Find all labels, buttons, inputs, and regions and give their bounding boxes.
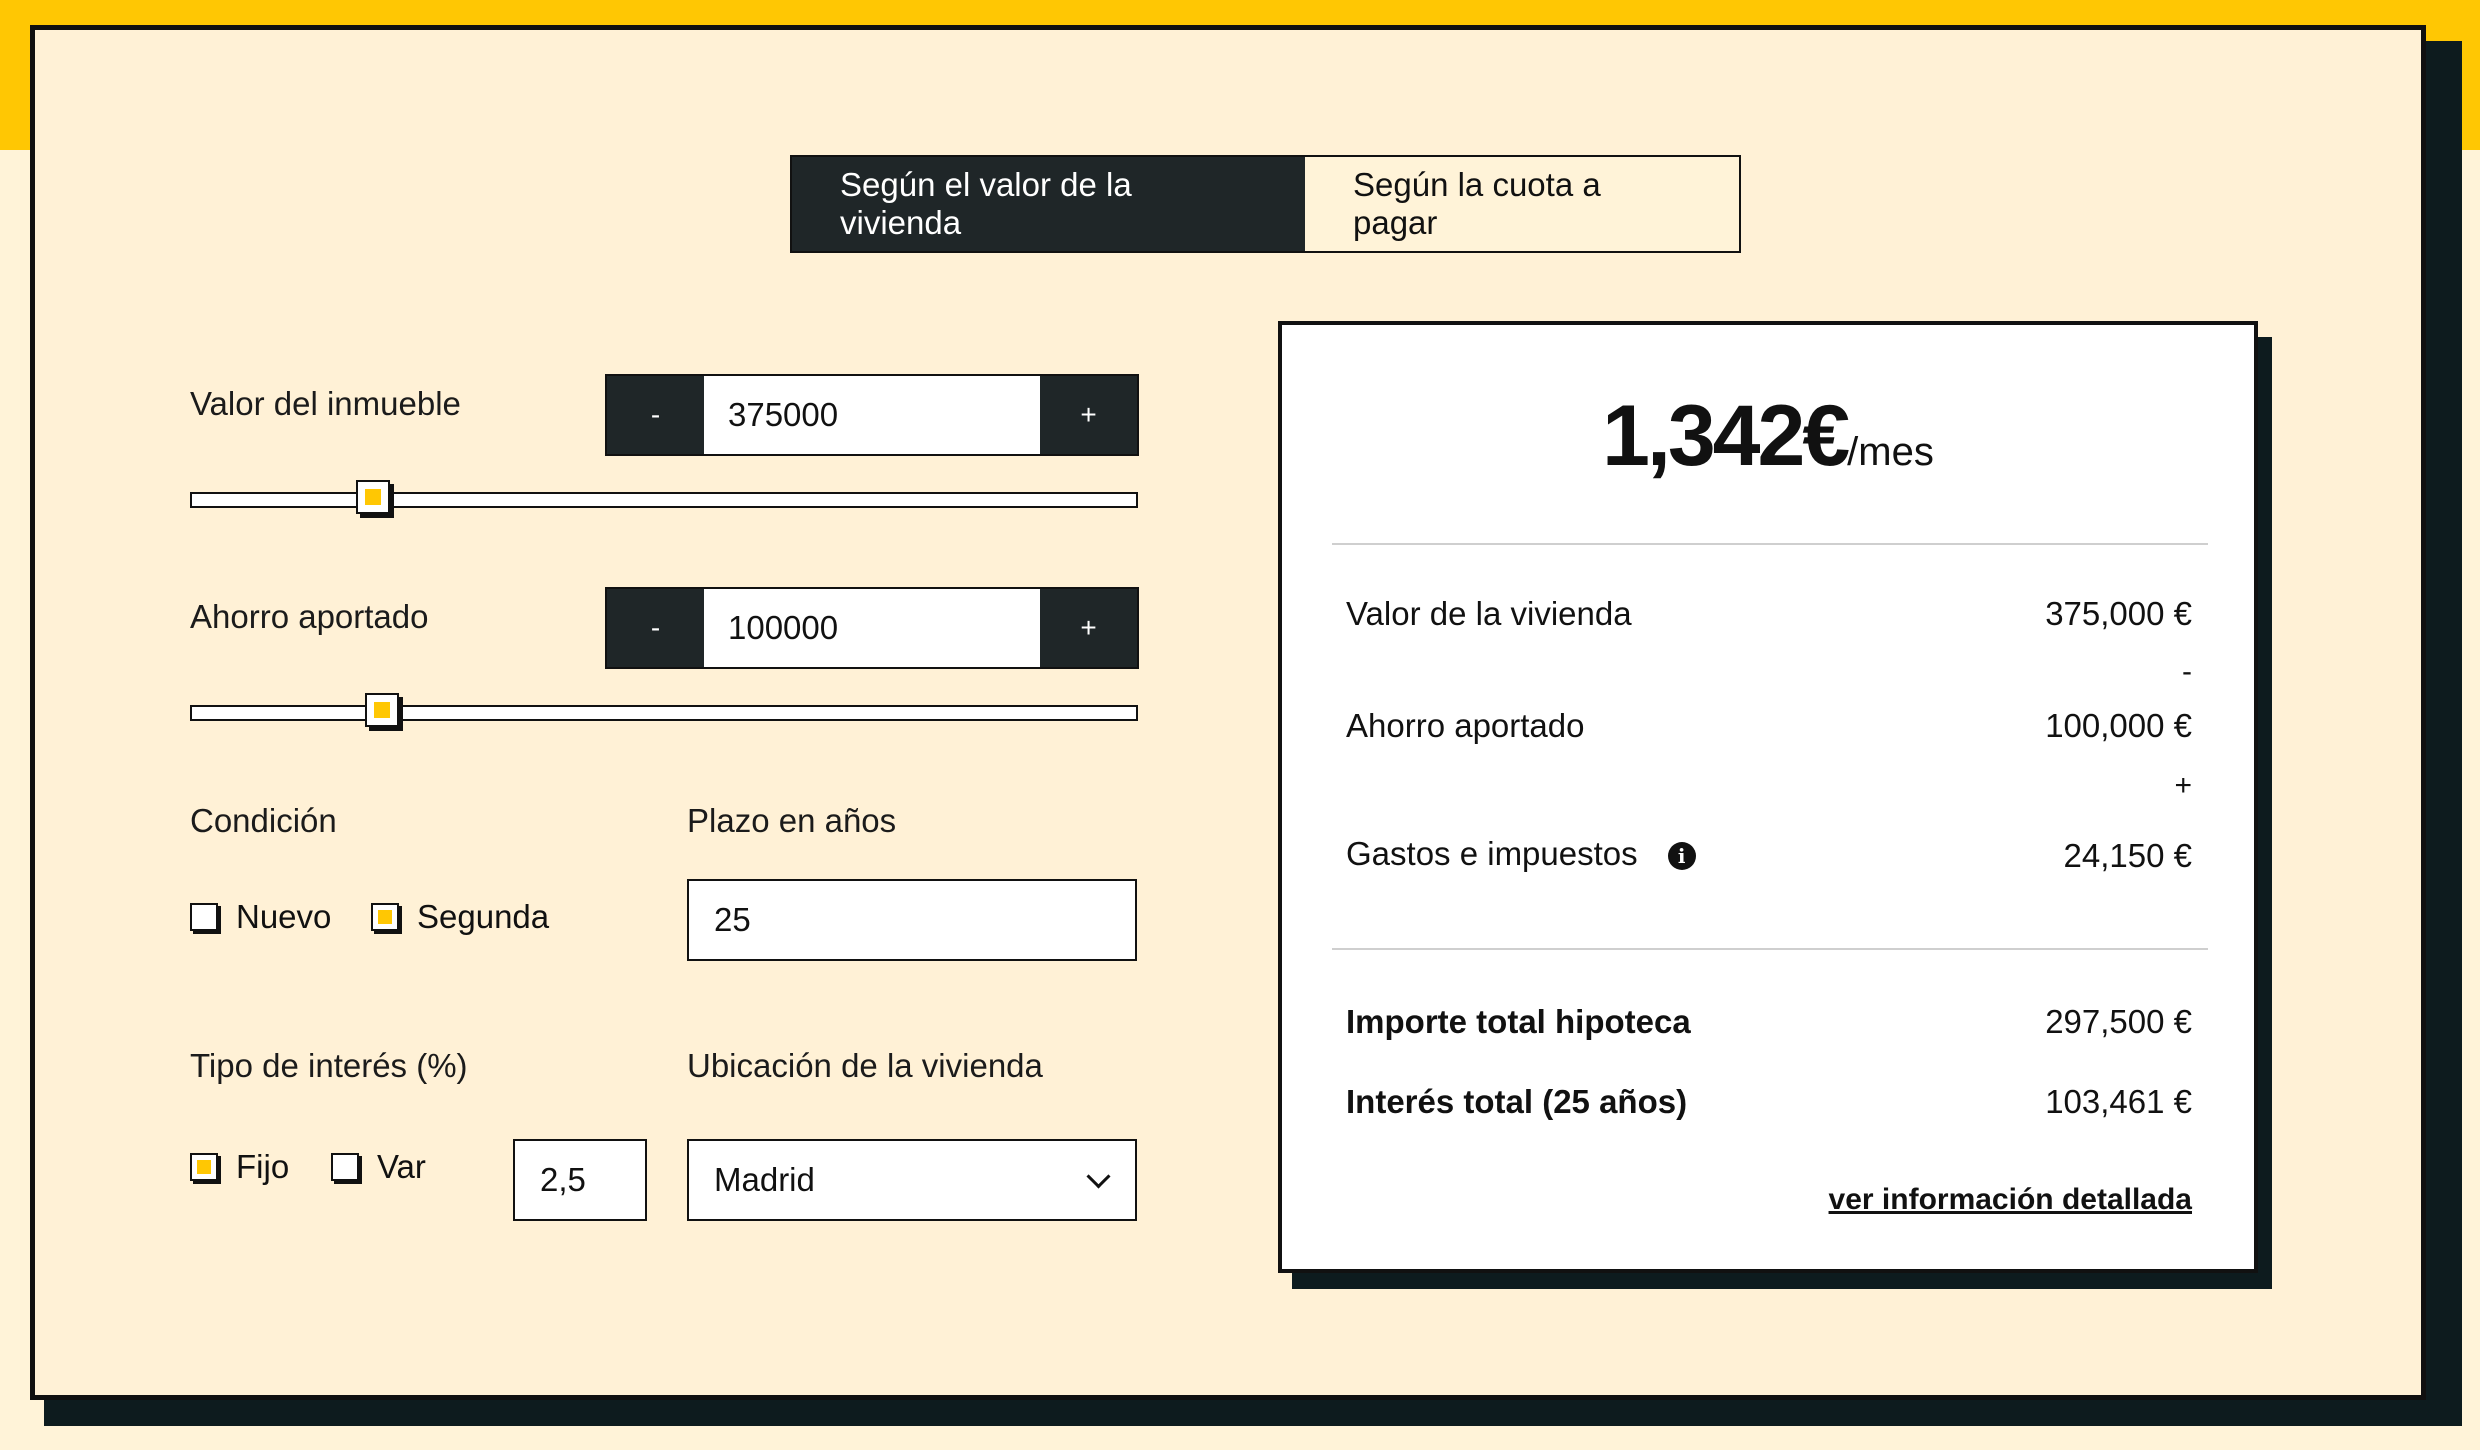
property-value-slider[interactable]: [190, 480, 1138, 514]
savings-increment-button[interactable]: +: [1040, 589, 1137, 667]
mode-tabs: Según el valor de la vivienda Según la c…: [790, 155, 1741, 253]
interest-fijo-checkbox[interactable]: Fijo: [190, 1148, 289, 1186]
checkbox-box: [190, 1153, 218, 1181]
location-select[interactable]: Madrid: [687, 1139, 1137, 1221]
condition-nuevo-checkbox[interactable]: Nuevo: [190, 898, 331, 936]
checkbox-label: Segunda: [417, 898, 550, 935]
property-value-decrement-button[interactable]: -: [607, 376, 704, 454]
monthly-unit: /mes: [1847, 430, 1934, 474]
property-value-label: Valor del inmueble: [190, 385, 461, 422]
minus-operator: -: [2182, 655, 2192, 688]
total-interest-label: Interés total (25 años): [1346, 1083, 1688, 1120]
row-label-property-value: Valor de la vivienda: [1346, 595, 1632, 632]
total-mortgage-value: 297,500 €: [2045, 1003, 2192, 1040]
divider: [1332, 543, 2208, 545]
tab-by-value[interactable]: Según el valor de la vivienda: [792, 157, 1305, 251]
checkbox-label: Fijo: [236, 1148, 290, 1185]
chevron-down-icon: [1086, 1163, 1111, 1189]
savings-stepper: - 100000 +: [605, 587, 1139, 669]
row-value-costs: 24,150 €: [2063, 837, 2192, 874]
savings-input[interactable]: 100000: [704, 589, 1040, 667]
total-mortgage-label: Importe total hipoteca: [1346, 1003, 1691, 1040]
row-value-savings: 100,000 €: [2045, 707, 2192, 744]
row-label-savings: Ahorro aportado: [1346, 707, 1585, 744]
checkbox-box: [371, 903, 399, 931]
checkbox-label: Var: [377, 1148, 426, 1185]
divider: [1332, 948, 2208, 950]
monthly-payment: 1,342€/mes: [1282, 387, 2254, 486]
interest-rate-input[interactable]: 2,5: [513, 1139, 647, 1221]
monthly-amount: 1,342€: [1602, 388, 1850, 484]
row-label-costs: Gastos e impuestos i: [1346, 835, 1696, 873]
savings-label: Ahorro aportado: [190, 598, 429, 635]
detailed-info-link[interactable]: ver información detallada: [1829, 1183, 2192, 1217]
checkbox-box: [190, 903, 218, 931]
interest-label: Tipo de interés (%): [190, 1047, 468, 1084]
row-value-property-value: 375,000 €: [2045, 595, 2192, 632]
info-icon[interactable]: i: [1667, 842, 1696, 871]
property-value-increment-button[interactable]: +: [1040, 376, 1137, 454]
tab-by-payment[interactable]: Según la cuota a pagar: [1305, 157, 1739, 251]
savings-slider-thumb[interactable]: [365, 693, 399, 727]
checkbox-box: [331, 1153, 359, 1181]
term-label: Plazo en años: [687, 802, 897, 839]
property-value-stepper: - 375000 +: [605, 374, 1139, 456]
costs-label-text: Gastos e impuestos: [1346, 835, 1638, 872]
checkbox-label: Nuevo: [236, 898, 332, 935]
property-value-input[interactable]: 375000: [704, 376, 1040, 454]
condition-segunda-checkbox[interactable]: Segunda: [371, 898, 549, 936]
location-select-value: Madrid: [714, 1161, 815, 1198]
plus-operator: +: [2174, 769, 2192, 802]
savings-decrement-button[interactable]: -: [607, 589, 704, 667]
property-value-slider-thumb[interactable]: [356, 480, 390, 514]
interest-var-checkbox[interactable]: Var: [331, 1148, 426, 1186]
total-interest-value: 103,461 €: [2045, 1083, 2192, 1120]
result-card: 1,342€/mes Valor de la vivienda 375,000 …: [1278, 321, 2258, 1273]
term-input[interactable]: 25: [687, 879, 1137, 961]
condition-label: Condición: [190, 802, 337, 839]
savings-slider[interactable]: [190, 693, 1138, 727]
location-label: Ubicación de la vivienda: [687, 1047, 1043, 1084]
